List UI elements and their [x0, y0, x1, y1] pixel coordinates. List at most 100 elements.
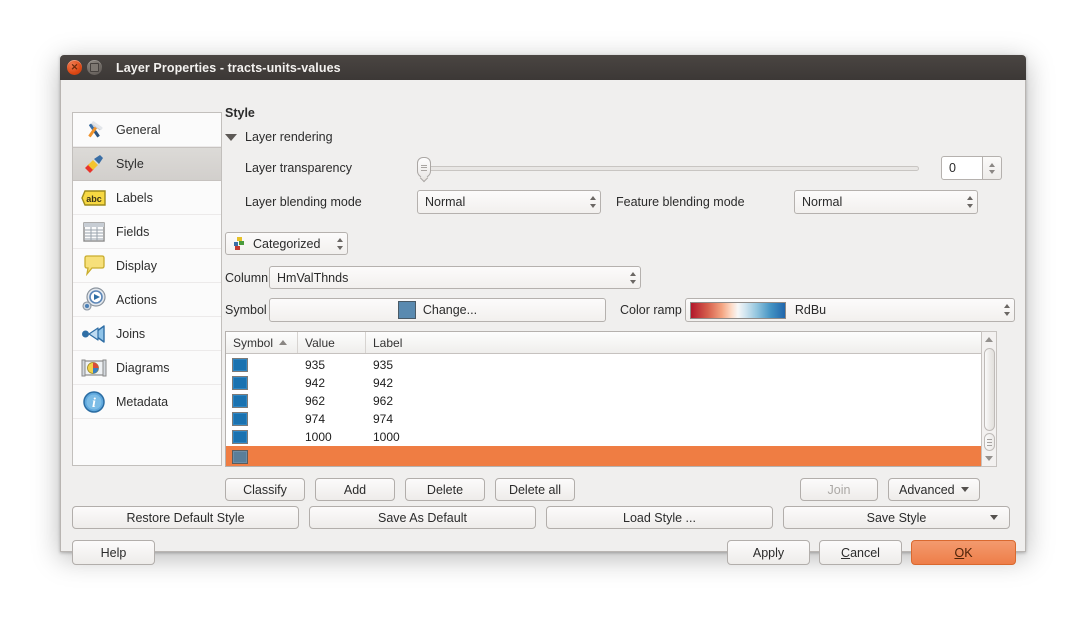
dialog-buttons-row: Help Apply Cancel OK	[72, 540, 1016, 565]
sidebar-item-label: Joins	[116, 326, 146, 341]
column-select[interactable]: HmValThnds	[269, 266, 641, 289]
select-arrows-icon[interactable]	[962, 196, 977, 208]
select-arrows-icon[interactable]	[625, 271, 640, 284]
ok-mnemonic: O	[954, 545, 965, 560]
save-style-button[interactable]: Save Style	[783, 506, 1010, 529]
load-style-button[interactable]: Load Style ...	[546, 506, 773, 529]
restore-default-style-button[interactable]: Restore Default Style	[72, 506, 299, 529]
row-symbol[interactable]	[226, 376, 298, 390]
table-body: 935 935 942 942 962 962 974 974 1000 100…	[226, 354, 996, 466]
hammer-wrench-icon	[81, 117, 107, 143]
row-value[interactable]: 962	[298, 394, 366, 408]
svg-text:i: i	[92, 396, 96, 411]
select-arrows-icon[interactable]	[999, 304, 1014, 316]
categorized-icon	[233, 236, 247, 251]
delete-all-button[interactable]: Delete all	[495, 478, 575, 501]
column-header-value[interactable]: Value	[298, 332, 366, 353]
scrollbar-thumb[interactable]	[983, 348, 995, 432]
layer-blending-mode-select[interactable]: Normal	[417, 190, 601, 214]
sidebar-item-display[interactable]: Display	[73, 249, 221, 283]
sidebar-item-label: Style	[116, 157, 144, 171]
layer-blending-mode-value: Normal	[425, 195, 466, 209]
help-button[interactable]: Help	[72, 540, 155, 565]
maximize-icon[interactable]	[87, 60, 102, 75]
symbol-swatch	[232, 412, 248, 426]
table-fields-icon	[81, 219, 107, 245]
table-row[interactable]: 1000 1000	[226, 428, 996, 446]
ok-button[interactable]: OK	[911, 540, 1016, 565]
classify-button[interactable]: Classify	[225, 478, 305, 501]
row-label[interactable]: 974	[366, 412, 996, 426]
sidebar-item-general[interactable]: General	[73, 113, 221, 147]
row-symbol[interactable]	[226, 358, 298, 372]
table-row[interactable]: 974 974	[226, 410, 996, 428]
save-as-default-button[interactable]: Save As Default	[309, 506, 536, 529]
row-value[interactable]: 1000	[298, 430, 366, 444]
delete-button[interactable]: Delete	[405, 478, 485, 501]
spinner-buttons[interactable]	[983, 156, 1002, 180]
sidebar-item-diagrams[interactable]: Diagrams	[73, 351, 221, 385]
color-ramp-select[interactable]: RdBu	[684, 298, 1015, 322]
table-row[interactable]: 935 935	[226, 356, 996, 374]
sidebar-item-metadata[interactable]: i Metadata	[73, 385, 221, 419]
sidebar-item-actions[interactable]: Actions	[73, 283, 221, 317]
window-title: Layer Properties - tracts-units-values	[116, 60, 341, 75]
symbol-change-button[interactable]: Change...	[268, 298, 607, 322]
column-header-symbol[interactable]: Symbol	[226, 332, 298, 353]
symbol-swatch	[232, 376, 248, 390]
apply-button[interactable]: Apply	[727, 540, 810, 565]
symbol-label: Symbol	[225, 303, 267, 317]
row-value[interactable]: 942	[298, 376, 366, 390]
cancel-label-rest: ancel	[850, 545, 880, 560]
row-symbol[interactable]	[226, 450, 298, 464]
advanced-button[interactable]: Advanced	[888, 478, 980, 501]
renderer-type-row: Categorized	[225, 232, 1015, 255]
triangle-down-icon[interactable]	[225, 133, 237, 141]
sidebar-item-fields[interactable]: Fields	[73, 215, 221, 249]
paintbrush-icon	[81, 151, 107, 177]
sidebar-item-label: Fields	[116, 224, 150, 239]
layer-properties-window: ✕ Layer Properties - tracts-units-values	[60, 55, 1026, 565]
symbol-swatch	[232, 450, 248, 464]
table-row[interactable]: 962 962	[226, 392, 996, 410]
row-label[interactable]: 1000	[366, 430, 996, 444]
scroll-grip-icon[interactable]	[983, 433, 995, 451]
spinner-up-icon[interactable]	[989, 162, 995, 167]
layer-rendering-group-header[interactable]: Layer rendering	[225, 130, 1015, 144]
sidebar-item-label: Labels	[116, 190, 153, 205]
table-vertical-scrollbar[interactable]	[981, 331, 997, 467]
join-button[interactable]: Join	[800, 478, 878, 501]
table-row-selected[interactable]	[226, 446, 996, 466]
sidebar-item-style[interactable]: Style	[73, 147, 221, 181]
sidebar-item-joins[interactable]: Joins	[73, 317, 221, 351]
renderer-type-select[interactable]: Categorized	[225, 232, 348, 255]
speech-bubble-icon	[81, 253, 107, 279]
select-arrows-icon[interactable]	[332, 237, 347, 250]
row-symbol[interactable]	[226, 394, 298, 408]
slider-track[interactable]	[417, 165, 919, 171]
row-symbol[interactable]	[226, 412, 298, 426]
add-button[interactable]: Add	[315, 478, 395, 501]
column-header-label[interactable]: Label	[366, 332, 996, 353]
select-arrows-icon[interactable]	[585, 196, 600, 208]
row-symbol[interactable]	[226, 430, 298, 444]
feature-blending-mode-select[interactable]: Normal	[794, 190, 978, 214]
row-value[interactable]: 974	[298, 412, 366, 426]
close-icon[interactable]: ✕	[67, 60, 82, 75]
table-row[interactable]: 942 942	[226, 374, 996, 392]
spinner-down-icon[interactable]	[989, 169, 995, 174]
scroll-up-icon[interactable]	[982, 332, 996, 347]
layer-transparency-stepper[interactable]: 0	[941, 156, 1002, 180]
layer-blending-label: Layer blending mode	[245, 195, 362, 209]
layer-transparency-slider[interactable]	[417, 157, 919, 178]
cancel-button[interactable]: Cancel	[819, 540, 902, 565]
row-label[interactable]: 942	[366, 376, 996, 390]
row-label[interactable]: 962	[366, 394, 996, 408]
layer-transparency-value[interactable]: 0	[941, 156, 983, 180]
slider-handle[interactable]	[417, 157, 431, 178]
row-label[interactable]: 935	[366, 358, 996, 372]
row-value[interactable]: 935	[298, 358, 366, 372]
sidebar-item-labels[interactable]: abc Labels	[73, 181, 221, 215]
color-ramp-value: RdBu	[794, 303, 827, 317]
scroll-down-icon[interactable]	[982, 451, 996, 466]
